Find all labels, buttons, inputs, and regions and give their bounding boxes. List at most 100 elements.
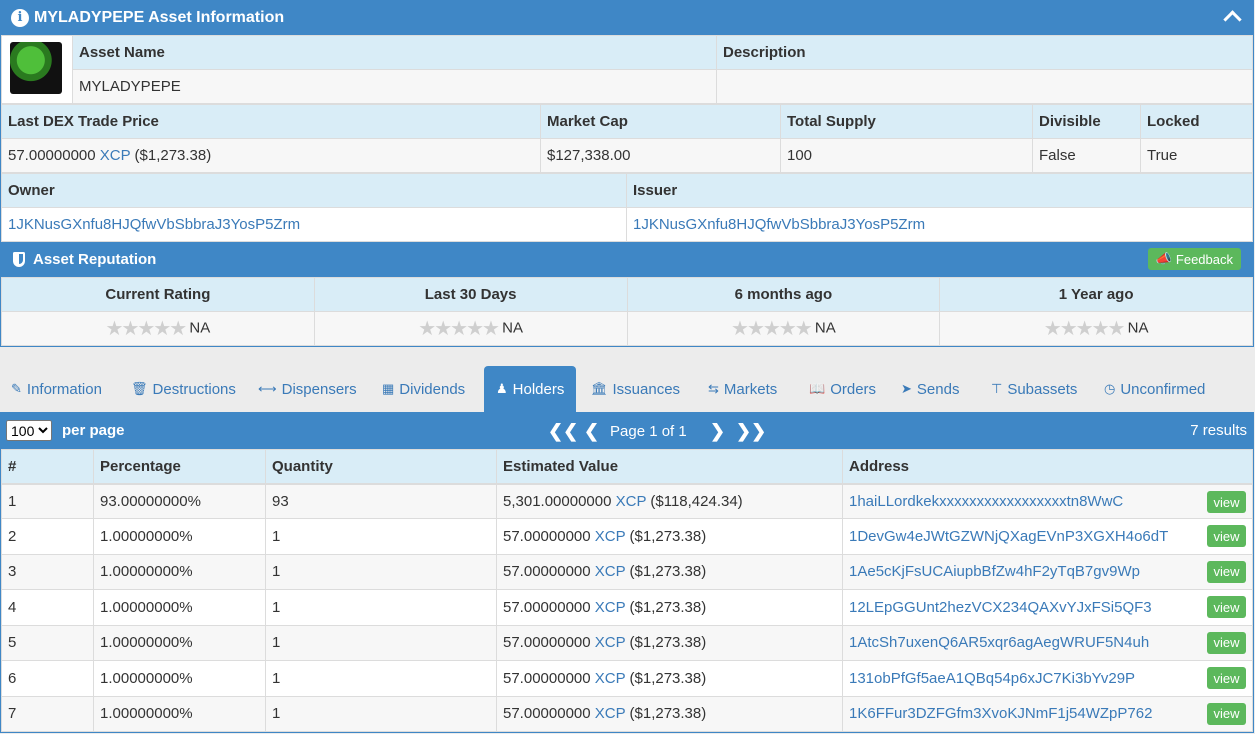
tab-holders[interactable]: ♟ Holders bbox=[484, 366, 577, 412]
tab-information[interactable]: ✎ Information bbox=[11, 366, 102, 412]
tab-dividends[interactable]: ▦ Dividends bbox=[382, 366, 465, 412]
holder-value: 57.00000000 XCP ($1,273.38) bbox=[496, 660, 843, 697]
tab-label: Dividends bbox=[399, 380, 466, 398]
rating-stars-icon: ★★★★★ bbox=[105, 318, 188, 340]
next-page-icon[interactable]: ❯ bbox=[710, 421, 736, 442]
col-number: # bbox=[1, 449, 94, 484]
tab-label: Markets bbox=[723, 380, 778, 398]
holder-value-unit-link[interactable]: XCP bbox=[595, 705, 626, 722]
price-unit-link[interactable]: XCP bbox=[100, 147, 131, 164]
locked-value: True bbox=[1140, 138, 1253, 173]
tab-destructions[interactable]: 🗑 Destructions bbox=[131, 366, 236, 412]
holder-rank: 2 bbox=[1, 518, 94, 555]
tab-label: Destructions bbox=[152, 380, 236, 398]
page-indicator: Page 1 of 1 bbox=[610, 423, 687, 440]
collapse-chevron-icon[interactable] bbox=[1223, 10, 1242, 29]
holder-value-usd: ($1,273.38) bbox=[629, 563, 707, 581]
tab-markets[interactable]: ⇆ Markets bbox=[708, 366, 777, 412]
tab-label: Dispensers bbox=[281, 380, 357, 398]
tab-issuances[interactable]: 🏛 Issuances bbox=[591, 366, 680, 412]
holder-quantity: 1 bbox=[265, 589, 497, 626]
holder-value-unit-link[interactable]: XCP bbox=[616, 493, 647, 510]
col-estimated-value: Estimated Value bbox=[496, 449, 843, 484]
holder-value: 57.00000000 XCP ($1,273.38) bbox=[496, 518, 843, 555]
holder-address-link[interactable]: 1K6FFur3DZFGfm3XvoKJNmF1j54WZpP762 bbox=[849, 705, 1152, 722]
book-icon: 📖 bbox=[809, 381, 826, 396]
holder-quantity: 1 bbox=[265, 553, 497, 590]
tab-subassets[interactable]: ⊤ Subassets bbox=[991, 366, 1077, 412]
per-page-select[interactable]: 100 bbox=[6, 420, 52, 441]
table-row: 2 1.00000000% 1 57.00000000 XCP ($1,273.38)… bbox=[1, 518, 1253, 555]
holder-quantity: 1 bbox=[265, 695, 497, 732]
asset-icon-cell bbox=[1, 35, 73, 104]
holder-rank: 6 bbox=[1, 660, 94, 697]
price-value: 57.00000000 XCP ($1,273.38) bbox=[1, 138, 541, 173]
holder-address-link[interactable]: 1Ae5cKjFsUCAiupbBfZw4hF2yTqB7gv9Wp bbox=[849, 563, 1140, 580]
col-quantity: Quantity bbox=[265, 449, 497, 484]
table-row: 4 1.00000000% 1 57.00000000 XCP ($1,273.38)… bbox=[1, 589, 1253, 626]
asset-name-table: Asset Name Description MYLADYPEPE bbox=[1, 35, 1253, 104]
table-row: 7 1.00000000% 1 57.00000000 XCP ($1,273.38)… bbox=[1, 695, 1253, 732]
holder-address-link[interactable]: 131obPfGf5aeA1QBq54p6xJC7Ki3bYv29P bbox=[849, 670, 1135, 687]
view-button[interactable]: view bbox=[1207, 667, 1246, 689]
view-button[interactable]: view bbox=[1207, 702, 1246, 725]
tab-label: Holders bbox=[512, 380, 565, 398]
view-button[interactable]: view bbox=[1207, 631, 1246, 654]
holders-table: # Percentage Quantity Estimated Value Ad… bbox=[1, 449, 1253, 484]
issuer-address-link[interactable]: 1JKNusGXnfu8HJQfwVbSbbraJ3YosP5Zrm bbox=[633, 216, 925, 233]
pencil-icon: ✎ bbox=[11, 381, 22, 396]
holder-percentage: 1.00000000% bbox=[93, 518, 266, 555]
holder-value-amount: 57.00000000 bbox=[503, 705, 591, 723]
sub-icon: ⊤ bbox=[991, 381, 1003, 396]
trash-icon: 🗑 bbox=[131, 381, 148, 396]
holder-value-amount: 57.00000000 bbox=[503, 527, 591, 545]
view-button[interactable]: view bbox=[1207, 525, 1246, 547]
tab-label: Information bbox=[26, 380, 102, 398]
divisible-header: Divisible bbox=[1032, 104, 1141, 139]
holder-value-unit-link[interactable]: XCP bbox=[595, 634, 626, 651]
asset-info-header: i MYLADYPEPE Asset Information bbox=[1, 0, 1253, 35]
tab-dispensers[interactable]: ⟷ Dispensers bbox=[258, 366, 357, 412]
holder-value-unit-link[interactable]: XCP bbox=[595, 670, 626, 687]
holders-pager: 100 per page ❮❮ ❮ Page 1 of 1 ❯ ❯❯ 7 res… bbox=[1, 413, 1253, 449]
tab-sends[interactable]: ➤ Sends bbox=[901, 366, 959, 412]
holder-value-usd: ($1,273.38) bbox=[629, 598, 707, 616]
supply-header: Total Supply bbox=[780, 104, 1033, 139]
holder-quantity: 1 bbox=[265, 624, 497, 661]
per-page-label: per page bbox=[62, 422, 125, 439]
tab-unconfirmed[interactable]: ◷ Unconfirmed bbox=[1104, 366, 1205, 412]
holder-quantity: 93 bbox=[265, 484, 497, 519]
holder-value-amount: 57.00000000 bbox=[503, 563, 591, 581]
arrows-h-icon: ⟷ bbox=[258, 381, 277, 396]
holder-value-unit-link[interactable]: XCP bbox=[595, 599, 626, 616]
last-page-icon[interactable]: ❯❯ bbox=[736, 421, 766, 442]
tab-label: Orders bbox=[830, 380, 877, 398]
bank-icon: 🏛 bbox=[591, 381, 608, 396]
holder-address-link[interactable]: 12LEpGGUnt2hezVCX234QAXvYJxFSi5QF3 bbox=[849, 599, 1152, 616]
asset-owner-table: Owner Issuer 1JKNusGXnfu8HJQfwVbSbbraJ3Y… bbox=[1, 173, 1253, 242]
prev-page-icon[interactable]: ❮ bbox=[584, 421, 610, 442]
feedback-button[interactable]: 📣 Feedback bbox=[1147, 248, 1241, 270]
divisible-value: False bbox=[1032, 138, 1141, 173]
holder-percentage: 93.00000000% bbox=[93, 484, 266, 519]
tab-orders[interactable]: 📖 Orders bbox=[809, 366, 876, 412]
asset-avatar bbox=[10, 42, 62, 94]
holder-address-cell: 1Ae5cKjFsUCAiupbBfZw4hF2yTqB7gv9Wp view bbox=[842, 553, 1253, 590]
table-row: 3 1.00000000% 1 57.00000000 XCP ($1,273.38)… bbox=[1, 553, 1253, 590]
holder-value-usd: ($1,273.38) bbox=[629, 705, 707, 723]
view-button[interactable]: view bbox=[1207, 596, 1246, 618]
rating-stars-icon: ★★★★★ bbox=[418, 318, 500, 340]
view-button[interactable]: view bbox=[1207, 560, 1246, 583]
tab-label: Issuances bbox=[612, 380, 681, 398]
marketcap-header: Market Cap bbox=[540, 104, 781, 139]
owner-address-link[interactable]: 1JKNusGXnfu8HJQfwVbSbbraJ3YosP5Zrm bbox=[8, 216, 300, 233]
holder-address-link[interactable]: 1AtcSh7uxenQ6AR5xqr6agAegWRUF5N4uh bbox=[849, 634, 1149, 651]
holder-value-unit-link[interactable]: XCP bbox=[595, 563, 626, 580]
holder-address-link[interactable]: 1haiLLordkekxxxxxxxxxxxxxxxxxtn8WwC bbox=[849, 493, 1123, 510]
first-page-icon[interactable]: ❮❮ bbox=[548, 421, 584, 442]
view-button[interactable]: view bbox=[1207, 491, 1246, 513]
holder-address-cell: 1K6FFur3DZFGfm3XvoKJNmF1j54WZpP762 view bbox=[842, 695, 1253, 732]
holder-address-link[interactable]: 1DevGw4eJWtGZWNjQXagEVnP3XGXH4o6dT bbox=[849, 528, 1168, 545]
holder-value-unit-link[interactable]: XCP bbox=[595, 528, 626, 545]
holder-quantity: 1 bbox=[265, 660, 497, 697]
